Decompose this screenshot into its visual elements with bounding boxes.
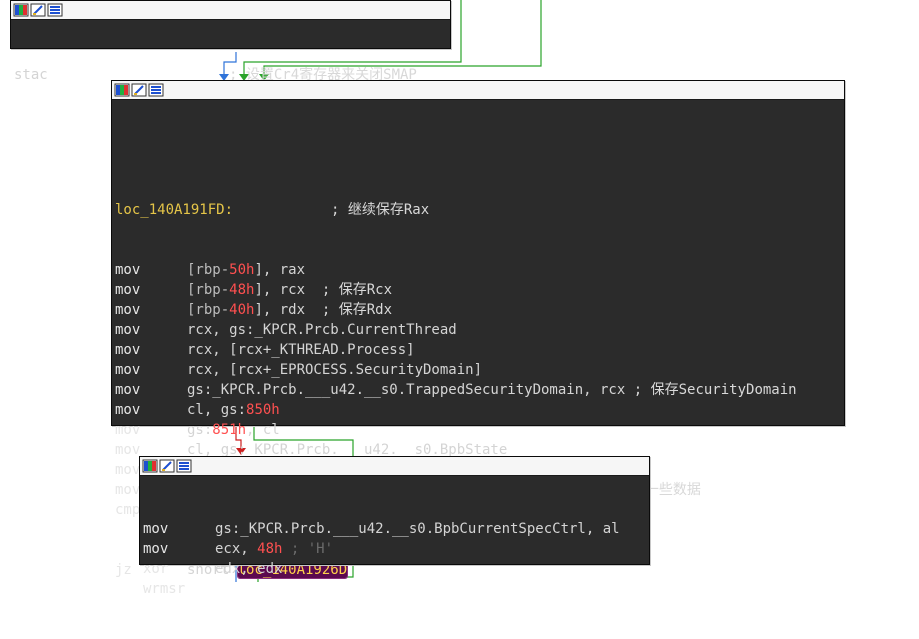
node-titlebar xyxy=(140,457,649,476)
operand-text: ], rcx xyxy=(254,282,306,298)
operand-text: gs:_KPCR.Prcb.___u42.__s0.TrappedSecurit… xyxy=(187,382,626,398)
instruction-line[interactable]: mov [rbp-48h], rcx ; 保存Rcx xyxy=(115,280,844,300)
operand-immediate: 48h xyxy=(229,282,255,298)
graph-color-icon[interactable] xyxy=(114,83,130,97)
instruction-line[interactable]: mov gs:_KPCR.Prcb.___u42.__s0.BpbCurrentS… xyxy=(143,519,649,539)
edit-node-icon[interactable] xyxy=(131,83,147,97)
operand-text: ], rax xyxy=(254,262,306,278)
instruction-mnemonic: mov xyxy=(143,541,169,557)
operand-text: ecx, xyxy=(215,541,258,557)
instruction-mnemonic: mov xyxy=(115,362,141,378)
instruction-line[interactable]: mov rcx, [rcx+_KTHREAD.Process] xyxy=(115,340,844,360)
code-label[interactable]: loc_140A191FD: xyxy=(115,202,233,218)
operand-text: [rbp- xyxy=(187,302,230,318)
instruction-mnemonic: mov xyxy=(115,402,141,418)
operand-text: [rbp- xyxy=(187,282,230,298)
label-line[interactable]: loc_140A191FD: ; 继续保存Rax xyxy=(115,200,844,220)
instruction-line[interactable]: mov [rbp-40h], rdx ; 保存Rdx xyxy=(115,300,844,320)
instruction-mnemonic: mov xyxy=(115,422,141,438)
instruction-mnemonic: xor xyxy=(143,561,169,577)
instruction-comment: ; 保存Rcx xyxy=(305,282,393,298)
operand-text: edx, edx xyxy=(215,561,283,577)
node-list-icon[interactable] xyxy=(148,83,164,97)
operand-immediate: 50h xyxy=(229,262,255,278)
operand-text: , cl xyxy=(246,422,280,438)
instruction-comment: ; 保存SecurityDomain xyxy=(625,382,797,398)
graph-node-wrmsr[interactable]: mov gs:_KPCR.Prcb.___u42.__s0.BpbCurrentS… xyxy=(139,456,650,597)
operand-text: ], rdx xyxy=(254,302,306,318)
instruction-line[interactable]: mov gs:851h, cl xyxy=(115,420,844,440)
operand-text: rcx, [rcx+_EPROCESS.SecurityDomain] xyxy=(187,362,483,378)
node-list-icon[interactable] xyxy=(47,3,63,17)
instruction-mnemonic: mov xyxy=(115,382,141,398)
graph-color-icon[interactable] xyxy=(13,3,29,17)
label-comment: ; 继续保存Rax xyxy=(331,202,430,218)
operand-immediate: 850h xyxy=(246,402,280,418)
instruction-mnemonic: mov xyxy=(115,342,141,358)
operand-immediate: 851h xyxy=(212,422,247,438)
instruction-line[interactable]: mov rcx, [rcx+_EPROCESS.SecurityDomain] xyxy=(115,360,844,380)
instruction-line[interactable]: mov gs:_KPCR.Prcb.___u42.__s0.TrappedSecu… xyxy=(115,380,844,400)
node-titlebar xyxy=(112,81,844,100)
graph-node-loc_140A191FD[interactable]: loc_140A191FD:; 继续保存Rax mov [rbp-50h], ra… xyxy=(111,80,845,579)
instruction-mnemonic: wrmsr xyxy=(143,581,186,597)
operand-text: cl, gs: xyxy=(187,402,247,418)
operand-text: [rbp- xyxy=(187,262,230,278)
operand-text: rcx, gs:_KPCR.Prcb.CurrentThread xyxy=(187,322,457,338)
operand-text: rcx, [rcx+_KTHREAD.Process] xyxy=(187,342,415,358)
operand-text: gs: xyxy=(187,422,213,438)
node-titlebar xyxy=(11,1,450,20)
instruction-line[interactable]: mov cl, gs:850h xyxy=(115,400,844,420)
instruction-line[interactable]: mov [rbp-50h], rax xyxy=(115,260,844,280)
instruction-mnemonic: mov xyxy=(115,282,141,298)
instruction-comment: ; 'H' xyxy=(282,541,334,557)
graph-color-icon[interactable] xyxy=(142,459,158,473)
operand-text: gs:_KPCR.Prcb.___u42.__s0.BpbCurrentSpec… xyxy=(215,521,620,537)
instruction-mnemonic: stac xyxy=(14,67,48,83)
edit-node-icon[interactable] xyxy=(159,459,175,473)
operand-immediate: 48h xyxy=(257,541,283,557)
instruction-line[interactable]: wrmsr xyxy=(143,579,649,599)
node-code: mov gs:_KPCR.Prcb.___u42.__s0.BpbCurrentS… xyxy=(140,476,649,639)
graph-node-stac[interactable]: stac; 设置Cr4寄存器来关闭SMAP xyxy=(10,0,451,83)
instruction-mnemonic: mov xyxy=(115,322,141,338)
instruction-comment: ; 保存Rdx xyxy=(305,302,393,318)
instruction-mnemonic: mov xyxy=(143,521,169,537)
instruction-line[interactable]: mov ecx, 48h ; 'H' xyxy=(143,539,649,559)
edit-node-icon[interactable] xyxy=(30,3,46,17)
instruction-mnemonic: mov xyxy=(115,302,141,318)
operand-immediate: 40h xyxy=(229,302,255,318)
instruction-mnemonic: mov xyxy=(115,262,141,278)
instruction-line[interactable]: mov rcx, gs:_KPCR.Prcb.CurrentThread xyxy=(115,320,844,340)
node-list-icon[interactable] xyxy=(176,459,192,473)
instruction-line[interactable]: xor edx, edx xyxy=(143,559,649,579)
